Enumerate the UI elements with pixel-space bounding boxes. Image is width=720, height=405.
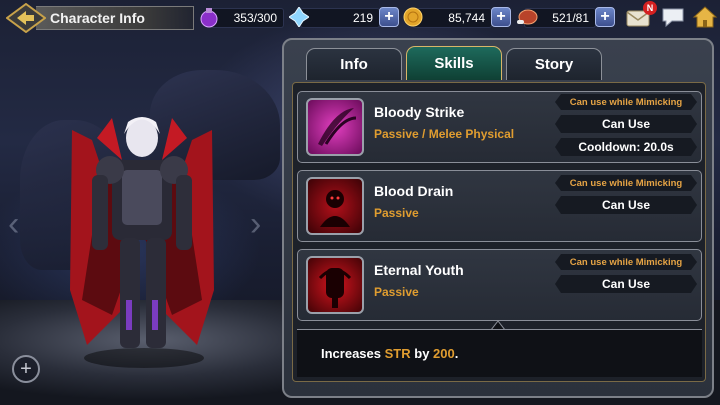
tab-skills[interactable]: Skills [406,46,502,80]
home-icon[interactable] [692,5,718,29]
meat-icon [516,6,538,28]
page-title: Character Info [36,6,194,30]
left-leg [120,238,140,348]
skill-type: Passive [374,206,419,220]
description-prefix: Increases [321,346,381,361]
blood-drain-icon [306,177,364,235]
back-button[interactable] [6,3,46,33]
skill-type: Passive / Melee Physical [374,127,515,141]
skill-name: Eternal Youth [374,262,464,278]
description-suffix: . [454,346,459,361]
tab-info[interactable]: Info [306,48,402,80]
stamina-counter: 353/300 [210,8,284,28]
eternal-youth-icon [306,256,364,314]
character-info-panel: Info Skills Story Bloody Strike Passive … [282,38,714,398]
mimic-status: Can use while Mimicking [555,254,697,270]
top-bar: Character Info 353/300 219 + 85,744 + 52… [0,0,720,36]
leg-glow [126,300,132,330]
use-status: Can Use [555,275,697,293]
use-status: Can Use [555,196,697,214]
skill-type: Passive [374,285,419,299]
previous-character-arrow[interactable]: ‹ [8,205,19,244]
tab-story[interactable]: Story [506,48,602,80]
leg-glow [152,300,158,330]
skill-name: Bloody Strike [374,104,465,120]
use-status: Can Use [555,115,697,133]
gold-counter: 85,744 [412,8,492,28]
claw-strike-icon [306,98,364,156]
chat-icon[interactable] [660,5,686,29]
next-character-arrow[interactable]: › [250,205,261,244]
mimic-status: Can use while Mimicking [555,94,697,110]
skills-list: Bloody Strike Passive / Melee Physical C… [292,82,706,382]
right-arm [176,175,192,250]
description-stat: STR [384,346,411,361]
crystal-icon [288,6,310,28]
skill-name: Blood Drain [374,183,454,199]
add-button[interactable]: + [12,355,40,383]
add-gold-button[interactable]: + [491,7,511,27]
add-crystal-button[interactable]: + [379,7,399,27]
torso-plate [122,170,162,225]
character-shadow [84,348,204,368]
crystal-counter: 219 [300,8,380,28]
game-screen: ‹ › + Character Info 353/300 219 + 85,74… [0,0,720,405]
skill-card[interactable]: Bloody Strike Passive / Melee Physical C… [297,91,702,163]
gold-coin-icon [402,6,424,28]
cooldown-label: Cooldown: 20.0s [555,138,697,156]
mail-badge: N [643,1,657,15]
add-meat-button[interactable]: + [595,7,615,27]
stamina-potion-icon [198,6,220,28]
left-arm [92,175,108,250]
skill-card[interactable]: Blood Drain Passive Can use while Mimick… [297,170,702,242]
skill-description: Increases STR by 200. [297,329,702,377]
skill-card[interactable]: Eternal Youth Passive Can use while Mimi… [297,249,702,321]
description-middle: by [414,346,430,361]
vampire-character[interactable] [52,100,232,370]
mimic-status: Can use while Mimicking [555,175,697,191]
description-amount: 200 [433,346,455,361]
back-arrow-icon [6,3,46,33]
right-leg [146,238,166,348]
